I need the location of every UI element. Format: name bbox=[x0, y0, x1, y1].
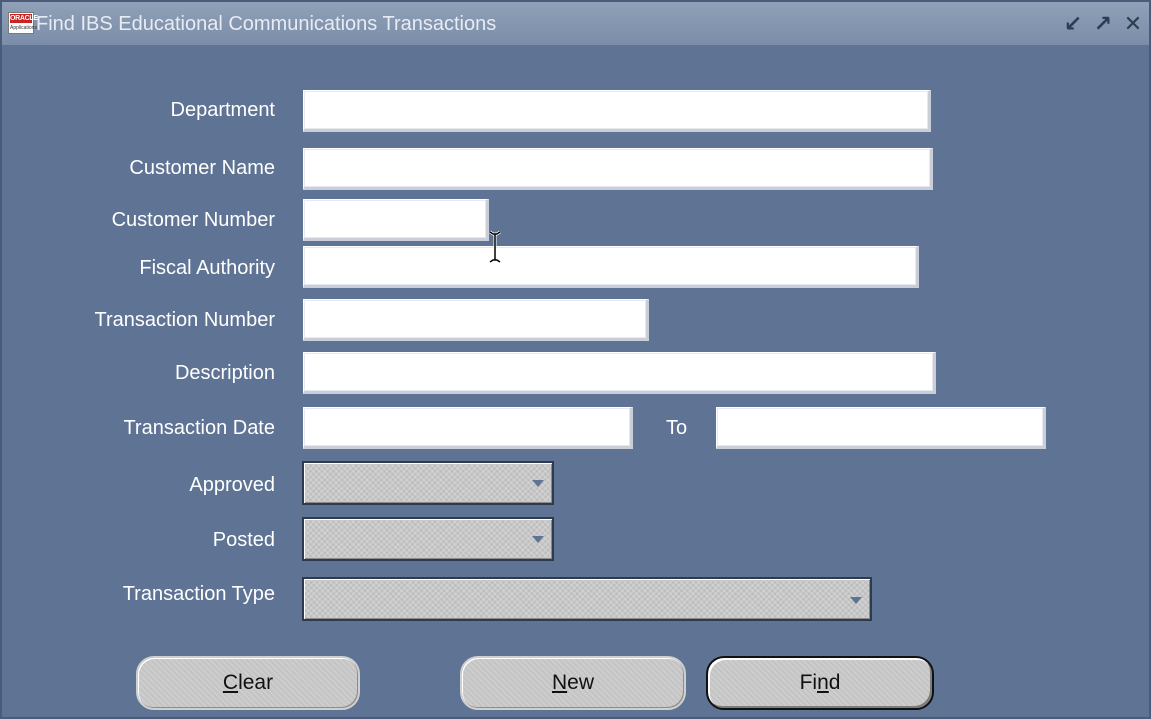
posted-label: Posted bbox=[212, 529, 275, 551]
text-cursor-icon bbox=[489, 230, 501, 264]
find-mnemonic: n bbox=[817, 671, 829, 694]
find-label-end: d bbox=[828, 671, 841, 694]
find-label-start: Fi bbox=[799, 671, 818, 694]
description-field[interactable] bbox=[303, 352, 936, 394]
window-title: Find IBS Educational Communications Tran… bbox=[36, 13, 497, 35]
customer-name-label: Customer Name bbox=[129, 157, 275, 179]
department-field[interactable] bbox=[303, 90, 931, 132]
find-transactions-window: ORACLE Applications Find IBS Educational… bbox=[0, 0, 1151, 719]
customer-number-field[interactable] bbox=[303, 199, 489, 241]
logo-subtext: Applications bbox=[10, 25, 37, 31]
transaction-number-field[interactable] bbox=[303, 299, 649, 341]
fiscal-authority-label: Fiscal Authority bbox=[139, 257, 275, 279]
close-icon[interactable]: ✕ bbox=[1121, 10, 1145, 38]
chevron-down-icon[interactable] bbox=[532, 536, 544, 543]
title-bar[interactable]: ORACLE Applications Find IBS Educational… bbox=[2, 2, 1149, 46]
transaction-date-to-field[interactable] bbox=[716, 407, 1046, 449]
minimize-icon[interactable]: ↙ bbox=[1061, 10, 1085, 38]
clear-label: lear bbox=[238, 671, 274, 694]
department-label: Department bbox=[170, 99, 276, 121]
new-label: ew bbox=[567, 671, 595, 694]
transaction-date-from-field[interactable] bbox=[303, 407, 633, 449]
customer-name-field[interactable] bbox=[303, 148, 933, 190]
approved-select[interactable] bbox=[302, 461, 554, 505]
maximize-icon[interactable]: ↗ bbox=[1091, 10, 1115, 38]
description-label: Description bbox=[174, 362, 275, 384]
chevron-down-icon[interactable] bbox=[532, 480, 544, 487]
transaction-type-label: Transaction Type bbox=[122, 583, 275, 605]
transaction-type-select[interactable] bbox=[302, 577, 872, 621]
chevron-down-icon[interactable] bbox=[850, 597, 862, 604]
customer-number-label: Customer Number bbox=[111, 209, 275, 231]
window-controls: ↙ ↗ ✕ bbox=[1061, 10, 1145, 38]
transaction-number-label: Transaction Number bbox=[94, 309, 275, 331]
new-mnemonic: N bbox=[551, 671, 568, 694]
approved-label: Approved bbox=[189, 474, 275, 496]
clear-mnemonic: C bbox=[222, 671, 239, 694]
new-button[interactable]: New bbox=[460, 656, 686, 710]
clear-button[interactable]: Clear bbox=[136, 656, 360, 710]
logo-text: ORACLE bbox=[10, 14, 38, 23]
to-label: To bbox=[666, 417, 688, 439]
oracle-logo-icon: ORACLE Applications bbox=[8, 12, 38, 34]
fiscal-authority-field[interactable] bbox=[303, 246, 919, 288]
transaction-date-label: Transaction Date bbox=[123, 417, 275, 439]
posted-select[interactable] bbox=[302, 517, 554, 561]
find-button[interactable]: Find bbox=[706, 656, 934, 710]
